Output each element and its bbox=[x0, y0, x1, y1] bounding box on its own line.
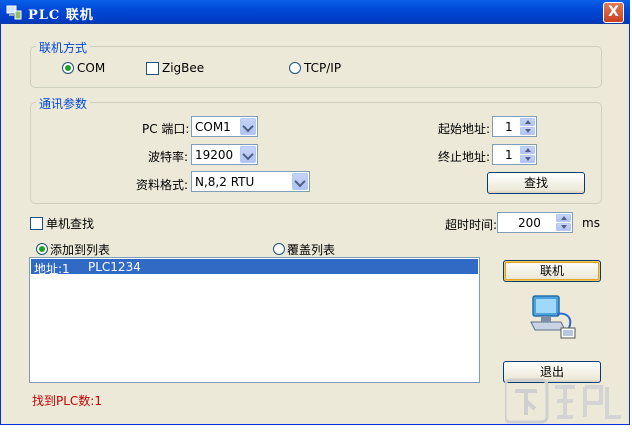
baud-value: 19200 bbox=[195, 148, 234, 162]
close-button[interactable]: X bbox=[603, 2, 624, 23]
format-value: N,8,2 RTU bbox=[195, 175, 255, 189]
start-address-value: 1 bbox=[505, 120, 513, 134]
plc-app-icon bbox=[6, 4, 22, 20]
chevron-down-icon[interactable] bbox=[240, 118, 256, 135]
end-address-label: 终止地址: bbox=[438, 150, 491, 164]
watermark-icon bbox=[503, 378, 621, 424]
spin-down-icon[interactable] bbox=[556, 223, 571, 231]
tcpip-radio-label[interactable]: TCP/IP bbox=[304, 61, 341, 75]
single-search-checkbox[interactable] bbox=[30, 217, 43, 230]
chevron-down-icon[interactable] bbox=[240, 146, 256, 163]
search-button[interactable]: 查找 bbox=[487, 172, 585, 194]
add-to-list-label[interactable]: 添加到列表 bbox=[50, 241, 110, 258]
found-plc-count: 找到PLC数:1 bbox=[32, 394, 102, 408]
title-bar[interactable] bbox=[0, 0, 630, 24]
overwrite-list-radio[interactable] bbox=[273, 243, 285, 255]
tcpip-radio[interactable] bbox=[289, 62, 301, 74]
pc-port-label: PC 端口: bbox=[142, 122, 190, 136]
spin-down-icon[interactable] bbox=[520, 127, 535, 135]
zigbee-checkbox[interactable] bbox=[146, 62, 159, 75]
list-item-name: PLC1234 bbox=[88, 260, 141, 274]
network-computer-icon bbox=[527, 292, 579, 344]
close-icon: X bbox=[608, 4, 619, 20]
spin-up-icon[interactable] bbox=[556, 214, 571, 222]
spin-up-icon[interactable] bbox=[520, 146, 535, 154]
format-label: 资料格式: bbox=[136, 178, 189, 192]
pc-port-select[interactable]: COM1 bbox=[191, 116, 258, 137]
window-title: PLC 联机 bbox=[28, 8, 94, 23]
com-radio-label[interactable]: COM bbox=[77, 61, 105, 75]
list-item[interactable]: 地址:1 PLC1234 bbox=[31, 259, 478, 276]
watermark-logo bbox=[503, 377, 625, 435]
timeout-unit: ms bbox=[582, 216, 600, 230]
single-search-label[interactable]: 单机查找 bbox=[46, 215, 94, 232]
timeout-value: 200 bbox=[518, 216, 541, 230]
baud-label: 波特率: bbox=[148, 150, 189, 164]
start-address-label: 起始地址: bbox=[438, 122, 491, 136]
end-address-spinner[interactable]: 1 bbox=[492, 144, 537, 165]
overwrite-list-label[interactable]: 覆盖列表 bbox=[287, 241, 335, 258]
spin-down-icon[interactable] bbox=[520, 155, 535, 163]
com-radio[interactable] bbox=[62, 62, 74, 74]
zigbee-checkbox-label[interactable]: ZigBee bbox=[162, 61, 204, 75]
connect-button[interactable]: 联机 bbox=[503, 260, 601, 282]
comm-params-legend: 通讯参数 bbox=[36, 95, 91, 112]
end-address-value: 1 bbox=[505, 148, 513, 162]
baud-select[interactable]: 19200 bbox=[191, 144, 258, 165]
connection-mode-legend: 联机方式 bbox=[36, 39, 91, 56]
chevron-down-icon[interactable] bbox=[292, 173, 308, 190]
spin-up-icon[interactable] bbox=[520, 118, 535, 126]
add-to-list-radio[interactable] bbox=[36, 243, 48, 255]
timeout-spinner[interactable]: 200 bbox=[497, 212, 573, 233]
timeout-label: 超时时间: bbox=[445, 218, 498, 232]
pc-port-value: COM1 bbox=[195, 120, 231, 134]
start-address-spinner[interactable]: 1 bbox=[492, 116, 537, 137]
plc-list[interactable]: 地址:1 PLC1234 bbox=[29, 257, 480, 383]
format-select[interactable]: N,8,2 RTU bbox=[191, 171, 310, 192]
list-item-address: 地址:1 bbox=[34, 262, 70, 276]
